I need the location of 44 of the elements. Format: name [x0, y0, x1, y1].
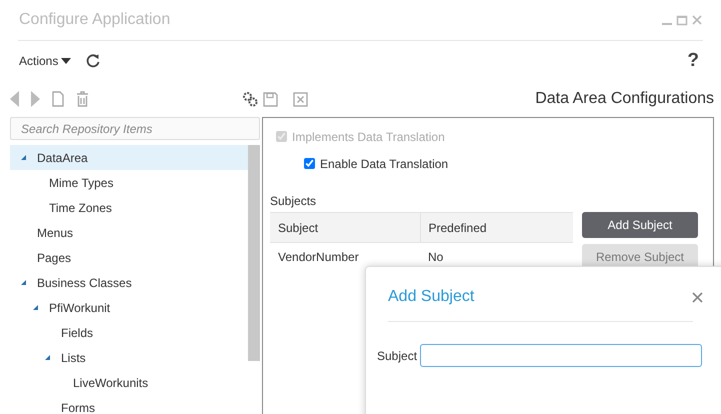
expanded-icon[interactable] [44, 354, 50, 361]
window-title: Configure Application [18, 10, 170, 30]
column-header: Subject [270, 212, 420, 242]
input-field[interactable] [420, 344, 702, 367]
expanded-icon[interactable] [20, 279, 26, 286]
tree-item[interactable]: LiveWorkunits [10, 370, 248, 395]
tree-item[interactable]: Time Zones [10, 195, 248, 220]
tree-item[interactable]: Fields [10, 320, 248, 345]
section-label: Subjects [270, 193, 318, 210]
close-icon[interactable] [692, 292, 703, 302]
tree-item[interactable]: Mime Types [10, 170, 248, 195]
cancel-icon[interactable] [293, 92, 308, 106]
add-button[interactable]: Add Subject [582, 212, 698, 238]
expanded-icon[interactable] [32, 304, 38, 311]
forward-icon[interactable] [31, 91, 40, 107]
tree-item[interactable]: Forms [10, 395, 248, 414]
help-button[interactable]: ? [687, 46, 699, 76]
tree-item[interactable]: Pages [10, 245, 248, 270]
back-icon[interactable] [10, 91, 19, 107]
actions-menu[interactable]: Actions [19, 52, 72, 70]
field-label: Subject [377, 348, 418, 364]
scrollbar[interactable] [248, 145, 260, 361]
tree-item[interactable]: Menus [10, 220, 248, 245]
trash-icon[interactable] [76, 91, 89, 107]
gear-icon[interactable] [242, 91, 258, 107]
save-icon[interactable] [263, 92, 278, 106]
refresh-icon[interactable] [85, 53, 102, 69]
search-field[interactable]: Search Repository Items [10, 117, 260, 140]
caret-icon [61, 58, 72, 64]
checkbox-label: Implements Data Translation [292, 128, 445, 146]
tree-item[interactable]: PfiWorkunit [10, 295, 248, 320]
expanded-icon[interactable] [20, 154, 26, 161]
tree-item[interactable]: Lists [10, 345, 248, 370]
table-cell: No [420, 242, 573, 270]
maximize-icon[interactable] [676, 14, 688, 26]
checkbox-label: Enable Data Translation [320, 156, 448, 172]
tree-item[interactable]: DataArea [10, 145, 248, 170]
panel-title: Data Area Configurations [535, 89, 714, 109]
close-icon[interactable] [691, 14, 703, 26]
document-icon[interactable] [52, 91, 64, 107]
tree-item[interactable]: Business Classes [10, 270, 248, 295]
column-header: Predefined [420, 212, 573, 242]
table-cell: VendorNumber [270, 242, 420, 270]
dialog-title: Add Subject [388, 287, 474, 307]
